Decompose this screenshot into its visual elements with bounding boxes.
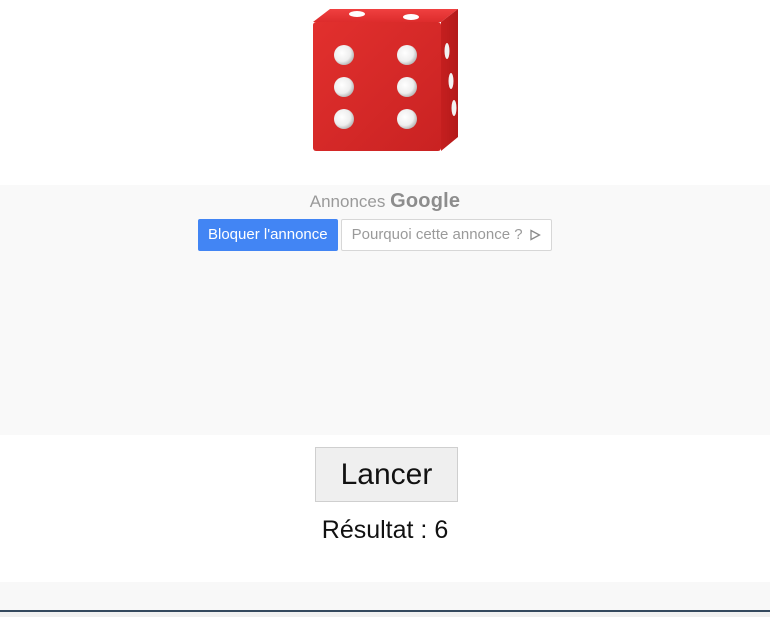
dice-pip bbox=[334, 109, 354, 129]
why-this-ad-button[interactable]: Pourquoi cette annonce ? bbox=[340, 219, 552, 251]
play-triangle-icon bbox=[529, 229, 541, 241]
google-logo: Google bbox=[390, 190, 461, 212]
dice-pip bbox=[397, 109, 417, 129]
ad-container: Annonces Google Bloquer l'annonce Pourqu… bbox=[0, 185, 770, 435]
dice-pip bbox=[397, 45, 417, 65]
dice-image bbox=[313, 9, 458, 151]
ad-header: Annonces Google bbox=[0, 189, 770, 214]
dice-pip bbox=[397, 77, 417, 97]
why-this-ad-label: Pourquoi cette annonce ? bbox=[351, 226, 523, 243]
dice-area bbox=[0, 0, 770, 185]
dice-pip bbox=[334, 45, 354, 65]
result-text: Résultat : 6 bbox=[321, 516, 449, 544]
block-ad-button[interactable]: Bloquer l'annonce bbox=[198, 219, 338, 251]
dice-front-face bbox=[313, 22, 441, 151]
ad-label: Annonces bbox=[309, 192, 386, 211]
page: Annonces Google Bloquer l'annonce Pourqu… bbox=[0, 0, 770, 617]
roll-button[interactable]: Lancer bbox=[315, 447, 458, 502]
controls: Lancer Résultat : 6 bbox=[0, 435, 770, 582]
dice-pip bbox=[334, 77, 354, 97]
bottom-border bbox=[0, 610, 770, 617]
ad-buttons: Bloquer l'annonce Pourquoi cette annonce… bbox=[198, 219, 552, 251]
footer-strip bbox=[0, 582, 770, 610]
dice-top-face bbox=[313, 9, 458, 22]
